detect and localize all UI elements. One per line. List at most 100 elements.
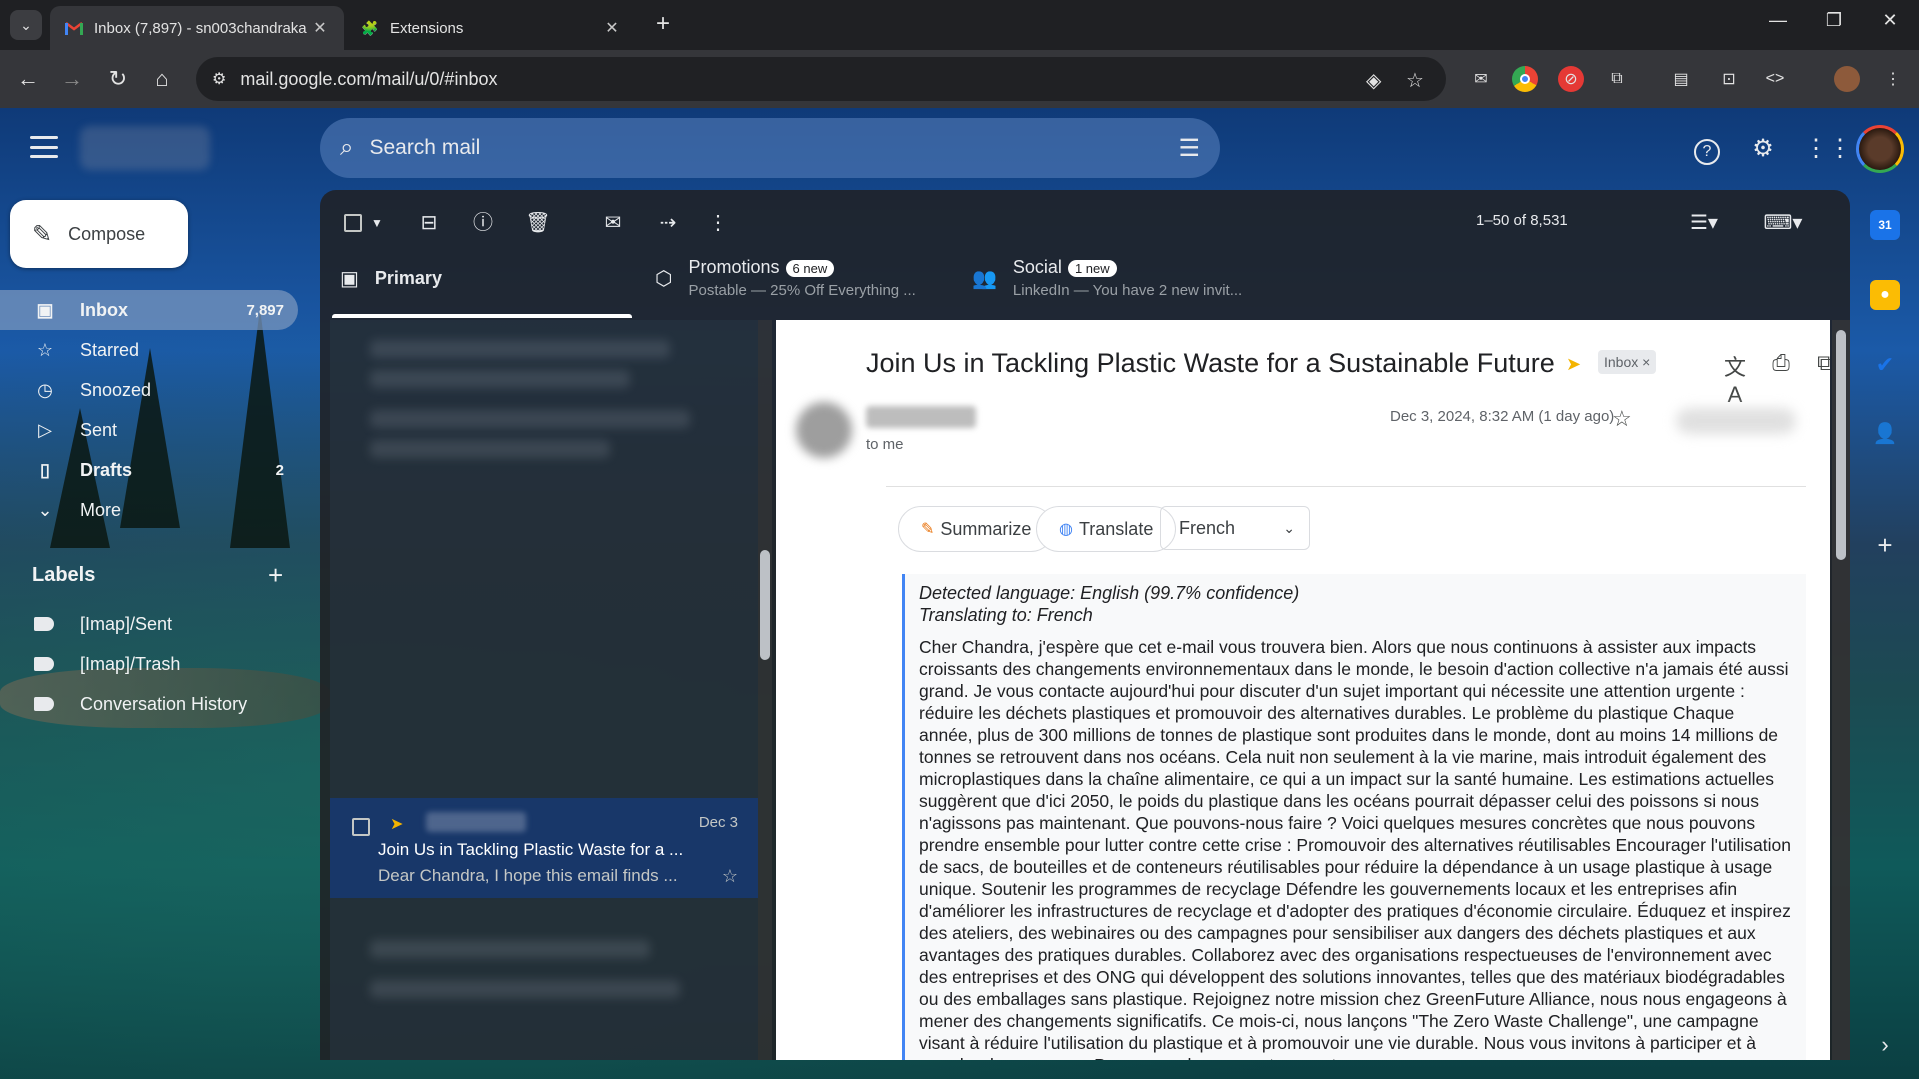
tab-social[interactable]: 👥 Social 1 new LinkedIn — You have 2 new …: [972, 246, 1242, 310]
reload-button[interactable]: ↻: [104, 66, 132, 94]
compose-label: Compose: [68, 223, 146, 244]
reading-list-icon[interactable]: ▤: [1668, 66, 1694, 92]
important-marker-icon[interactable]: ➤: [390, 814, 403, 834]
chrome-icon[interactable]: [1512, 66, 1538, 92]
blurred-email-row: [370, 410, 690, 428]
calendar-icon[interactable]: 31: [1870, 210, 1900, 240]
back-button[interactable]: ←: [14, 66, 42, 94]
address-bar[interactable]: ⚙ mail.google.com/mail/u/0/#inbox ◈ ☆: [196, 57, 1446, 101]
tab-snippet: LinkedIn — You have 2 new invit...: [1012, 282, 1243, 299]
open-new-window-icon[interactable]: ⧉: [1810, 350, 1830, 376]
sidebar-item-inbox[interactable]: ▣ Inbox 7,897: [0, 290, 298, 330]
translate-icon[interactable]: 文A: [1720, 350, 1750, 408]
sidebar-item-label: Sent: [80, 419, 118, 440]
account-avatar[interactable]: [1856, 125, 1904, 173]
window-close-button[interactable]: ✕: [1870, 10, 1910, 31]
sidebar-item-sent[interactable]: ▷ Sent: [0, 410, 298, 450]
sidebar-item-drafts[interactable]: ▯ Drafts 2: [0, 450, 298, 490]
search-options-icon[interactable]: ☰: [1178, 134, 1200, 163]
tab-label: Social: [1012, 257, 1062, 277]
tab-primary[interactable]: ▣ Primary: [340, 246, 442, 310]
search-input[interactable]: [369, 136, 1179, 160]
restore-button[interactable]: ❐: [1814, 10, 1854, 31]
tab-extensions[interactable]: 🧩 Extensions ✕: [346, 6, 636, 50]
more-vert-icon[interactable]: ⋮: [705, 210, 731, 236]
scrollbar-thumb[interactable]: [760, 550, 770, 660]
minimize-button[interactable]: —: [1758, 10, 1798, 31]
main-panel: ▼ ⊟ ⓘ 🗑 ✉ ⇢ ⋮ 1–50 of 8,531 ☰▾ ⌨▾ ▣ Prim…: [320, 190, 1850, 1060]
mark-unread-icon[interactable]: ✉: [600, 210, 626, 236]
email-list-scrollbar[interactable]: [758, 320, 772, 1060]
star-icon[interactable]: ☆: [722, 866, 738, 887]
summarize-button[interactable]: ✎ Summarize: [898, 506, 1055, 552]
profile-avatar[interactable]: [1834, 66, 1860, 92]
star-icon[interactable]: ☆: [1612, 406, 1632, 432]
select-all-checkbox[interactable]: [344, 214, 362, 232]
split-pane-toggle-icon[interactable]: ☰▾: [1690, 210, 1718, 236]
message-actions[interactable]: [1676, 408, 1796, 434]
compose-button[interactable]: ✎ Compose: [10, 200, 188, 268]
label-item-conversation-history[interactable]: Conversation History: [34, 684, 247, 724]
chevron-down-icon: ⌄: [20, 16, 32, 33]
help-icon[interactable]: ?: [1692, 134, 1722, 165]
block-extension-icon[interactable]: ⊘: [1558, 66, 1584, 92]
input-tools-icon[interactable]: ⌨▾: [1760, 210, 1806, 236]
mail-extension-icon[interactable]: ✉: [1468, 66, 1494, 92]
browser-tab-bar: ⌄ Inbox (7,897) - sn003chandraka ✕ 🧩 Ext…: [0, 0, 1919, 50]
new-tab-button[interactable]: +: [650, 12, 676, 38]
search-icon[interactable]: ⌕: [340, 134, 353, 162]
lens-icon[interactable]: ◈: [1366, 68, 1381, 93]
close-icon[interactable]: ✕: [602, 18, 622, 38]
active-tab-indicator: [332, 314, 632, 318]
sidebar-item-snoozed[interactable]: ◷ Snoozed: [0, 370, 298, 410]
label-item-imap-sent[interactable]: [Imap]/Sent: [34, 604, 172, 644]
gmail-logo[interactable]: [80, 126, 210, 170]
delete-icon[interactable]: 🗑: [525, 210, 551, 236]
tab-search-button[interactable]: ⌄: [10, 10, 42, 40]
select-dropdown-icon[interactable]: ▼: [364, 210, 390, 236]
search-bar[interactable]: ⌕ ☰: [320, 118, 1220, 178]
label-item-imap-trash[interactable]: [Imap]/Trash: [34, 644, 180, 684]
row-checkbox[interactable]: [352, 818, 370, 836]
home-button[interactable]: ⌂: [148, 66, 176, 94]
contacts-icon[interactable]: 👤: [1870, 418, 1900, 448]
new-badge: 1 new: [1067, 260, 1117, 278]
tab-promotions[interactable]: ⬡ Promotions 6 new Postable — 25% Off Eve…: [655, 246, 916, 310]
blurred-email-row: [370, 440, 610, 458]
create-label-button[interactable]: +: [268, 560, 283, 591]
devtools-icon[interactable]: <>: [1762, 66, 1788, 92]
language-select[interactable]: French ⌄: [1160, 506, 1310, 550]
scrollbar-thumb[interactable]: [1836, 330, 1846, 560]
get-addons-icon[interactable]: +: [1870, 530, 1900, 560]
apps-grid-icon[interactable]: ⋮⋮: [1804, 134, 1852, 164]
email-subject: Join Us in Tackling Plastic Waste for a …: [378, 840, 684, 859]
move-to-icon[interactable]: ⇢: [655, 210, 681, 236]
keep-icon[interactable]: ●: [1870, 280, 1900, 310]
forward-button[interactable]: →: [58, 66, 86, 94]
remove-label-icon[interactable]: ×: [1642, 354, 1650, 370]
inbox-label-chip[interactable]: Inbox ×: [1598, 350, 1657, 374]
archive-icon[interactable]: ⊟: [416, 210, 442, 236]
close-icon[interactable]: ✕: [310, 18, 330, 38]
more-vert-icon[interactable]: ⋮: [1880, 66, 1906, 92]
print-icon[interactable]: ⎙: [1766, 350, 1796, 376]
sidebar-item-starred[interactable]: ☆ Starred: [0, 330, 298, 370]
tasks-icon[interactable]: ✔: [1870, 350, 1900, 380]
bookmark-star-icon[interactable]: ☆: [1406, 68, 1424, 93]
main-menu-button[interactable]: [30, 136, 58, 158]
reading-pane-scrollbar[interactable]: [1832, 320, 1850, 1060]
sidebar-item-label: Starred: [80, 339, 140, 360]
recipient-text: to me: [866, 436, 904, 453]
show-side-panel-icon[interactable]: ›: [1870, 1030, 1900, 1060]
translate-button[interactable]: ◍ Translate: [1036, 506, 1177, 552]
sidebar-item-more[interactable]: ⌄ More: [0, 490, 298, 530]
tab-gmail-inbox[interactable]: Inbox (7,897) - sn003chandraka ✕: [50, 6, 344, 50]
email-row-selected[interactable]: ➤ Dec 3 Join Us in Tackling Plastic Wast…: [330, 798, 758, 898]
report-spam-icon[interactable]: ⓘ: [470, 210, 496, 236]
sender-avatar[interactable]: [796, 402, 852, 458]
screenshot-icon[interactable]: ⊡: [1716, 66, 1742, 92]
settings-gear-icon[interactable]: ⚙: [1748, 134, 1778, 164]
important-marker-icon[interactable]: ➤: [1566, 354, 1581, 375]
puzzle-icon[interactable]: ⧉: [1604, 66, 1630, 92]
site-info-icon[interactable]: ⚙: [212, 69, 226, 89]
